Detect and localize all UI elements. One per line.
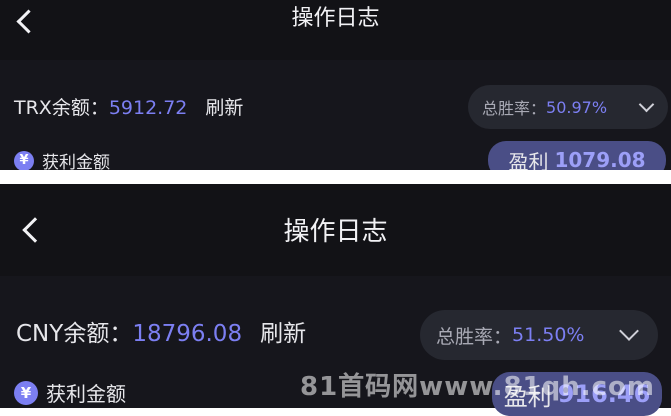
- profit-amount-label: 获利金额: [42, 153, 110, 170]
- win-rate-value: 50.97%: [546, 97, 608, 117]
- page-title: 操作日志: [291, 6, 380, 31]
- profit-badge-label: 盈利: [508, 149, 549, 171]
- balance-label: TRX余额：: [14, 97, 109, 119]
- profit-amount-row: ¥ 获利金额: [14, 148, 110, 170]
- balance-row: CNY余额：18796.08 刷新: [16, 318, 306, 350]
- balance-value: 18796.08: [132, 321, 243, 347]
- chevron-down-icon: [619, 321, 639, 341]
- win-rate-label: 总胜率：: [482, 99, 547, 118]
- header-bar: 操作日志: [0, 0, 671, 60]
- screen-cny: 操作日志: [0, 184, 671, 408]
- profit-badge-value: 1079.08: [554, 148, 646, 170]
- win-rate-dropdown[interactable]: 总胜率： 50.97%: [468, 85, 668, 129]
- profit-badge: 盈利 1079.08: [488, 141, 666, 170]
- win-rate-value: 51.50%: [512, 324, 585, 346]
- balance-value: 5912.72: [108, 97, 188, 119]
- refresh-button[interactable]: 刷新: [260, 321, 306, 347]
- chevron-down-icon: [638, 96, 655, 112]
- balance-row: TRX余额：5912.72 刷新: [14, 95, 243, 121]
- win-rate-label: 总胜率：: [436, 325, 513, 348]
- screen-trx: 操作日志 TRX余额：5912.72 刷新 总胜率： 50.97% ¥ 获利金额 盈…: [0, 0, 671, 170]
- header-bar: 操作日志: [0, 184, 671, 276]
- yen-icon: ¥: [14, 150, 34, 170]
- balance-label: CNY余额：: [16, 321, 133, 347]
- page-title: 操作日志: [283, 217, 388, 247]
- win-rate-dropdown[interactable]: 总胜率： 51.50%: [420, 310, 658, 360]
- refresh-button[interactable]: 刷新: [205, 97, 243, 119]
